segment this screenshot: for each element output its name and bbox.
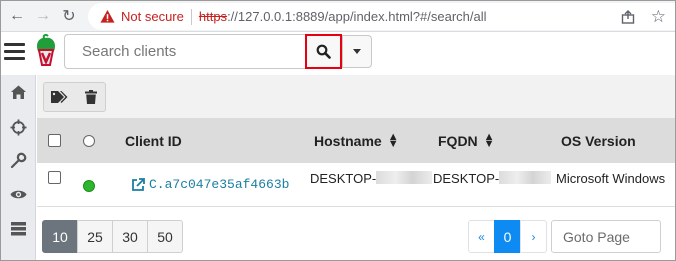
status-circle-icon	[83, 134, 95, 147]
online-status-icon	[83, 180, 95, 192]
trash-icon	[84, 90, 97, 104]
search-button[interactable]	[305, 34, 342, 69]
select-all-checkbox[interactable]	[48, 134, 61, 147]
page-size-50[interactable]: 50	[147, 220, 183, 253]
column-header-fqdn[interactable]: FQDN ▲ ▼	[438, 118, 495, 163]
table-row[interactable]: C.a7c047e35af4663b DESKTOP- DESKTOP- Mic…	[37, 163, 676, 206]
page-size-10[interactable]: 10	[42, 220, 78, 253]
page-size-group: 10 25 30 50	[42, 220, 183, 253]
label-clients-button[interactable]	[43, 82, 77, 112]
sort-icon: ▲ ▼	[483, 130, 495, 150]
eye-icon[interactable]	[10, 186, 27, 203]
sort-icon: ▲ ▼	[387, 130, 399, 150]
os-version-header-label: OS Version	[561, 132, 636, 149]
os-version-text: Microsoft Windows	[556, 171, 666, 186]
velociraptor-logo[interactable]	[33, 34, 59, 68]
page-size-30[interactable]: 30	[112, 220, 148, 253]
search-input[interactable]	[64, 34, 305, 69]
status-column-header	[83, 118, 95, 163]
server-icon[interactable]	[10, 220, 27, 237]
current-page-button[interactable]: 0	[494, 220, 521, 253]
reload-icon[interactable]: ↻	[57, 4, 81, 28]
os-version-cell: Microsoft Windows	[556, 163, 665, 206]
wrench-icon[interactable]	[10, 152, 27, 169]
hostname-text: DESKTOP-	[310, 171, 377, 186]
tags-icon	[51, 91, 68, 103]
client-toolbar	[37, 75, 676, 118]
search-options-dropdown[interactable]	[342, 35, 372, 68]
client-id-text: C.a7c047e35af4663b	[149, 177, 290, 192]
address-separator	[190, 8, 192, 25]
row-status-cell	[83, 163, 95, 206]
hamburger-menu-icon[interactable]	[4, 43, 25, 61]
crosshairs-icon[interactable]	[10, 119, 27, 136]
bookmark-star-icon[interactable]: ☆	[651, 7, 666, 27]
goto-page-input[interactable]	[551, 220, 661, 253]
hostname-header-label: Hostname	[314, 132, 382, 149]
forward-arrow-icon[interactable]: →	[31, 4, 55, 28]
external-link-icon	[132, 177, 145, 191]
select-all-cell	[48, 118, 61, 163]
redacted-fqdn	[499, 171, 552, 184]
caret-down-icon	[353, 49, 361, 54]
not-secure-label: Not secure	[121, 9, 184, 24]
column-header-client-id[interactable]: Client ID	[125, 118, 182, 163]
row-divider	[37, 206, 676, 207]
url-path: ://127.0.0.1:8889/app/index.html?#/searc…	[227, 9, 487, 24]
fqdn-cell: DESKTOP-	[433, 163, 552, 206]
search-icon	[316, 44, 331, 59]
fqdn-text: DESKTOP-	[433, 171, 500, 186]
fqdn-header-label: FQDN	[438, 132, 478, 149]
next-page-button[interactable]: ›	[520, 220, 547, 253]
clients-table-header: Client ID Hostname ▲ ▼ FQDN ▲ ▼ OS Version	[37, 118, 676, 163]
client-id-link[interactable]: C.a7c047e35af4663b	[131, 171, 289, 192]
row-select-cell	[48, 163, 61, 206]
column-header-os-version[interactable]: OS Version	[561, 118, 636, 163]
share-icon[interactable]	[621, 10, 635, 24]
previous-page-button[interactable]: «	[468, 220, 495, 253]
address-bar[interactable]: Not secure https://127.0.0.1:8889/app/in…	[88, 3, 675, 30]
home-icon[interactable]	[10, 84, 27, 101]
delete-clients-button[interactable]	[76, 82, 106, 112]
back-arrow-icon[interactable]: ←	[5, 4, 29, 28]
warning-icon	[100, 9, 115, 23]
pagination: « 0 ›	[468, 220, 547, 253]
url-scheme: https	[198, 9, 228, 24]
client-id-header-label: Client ID	[125, 132, 182, 149]
row-checkbox[interactable]	[48, 171, 61, 184]
sidebar	[0, 75, 36, 261]
page-size-25[interactable]: 25	[77, 220, 113, 253]
client-id-cell: C.a7c047e35af4663b	[131, 163, 289, 206]
browser-toolbar: ← → ↻ Not secure https://127.0.0.1:8889/…	[0, 0, 676, 32]
hostname-cell: DESKTOP-	[310, 163, 433, 206]
column-header-hostname[interactable]: Hostname ▲ ▼	[314, 118, 399, 163]
redacted-hostname	[376, 171, 433, 184]
